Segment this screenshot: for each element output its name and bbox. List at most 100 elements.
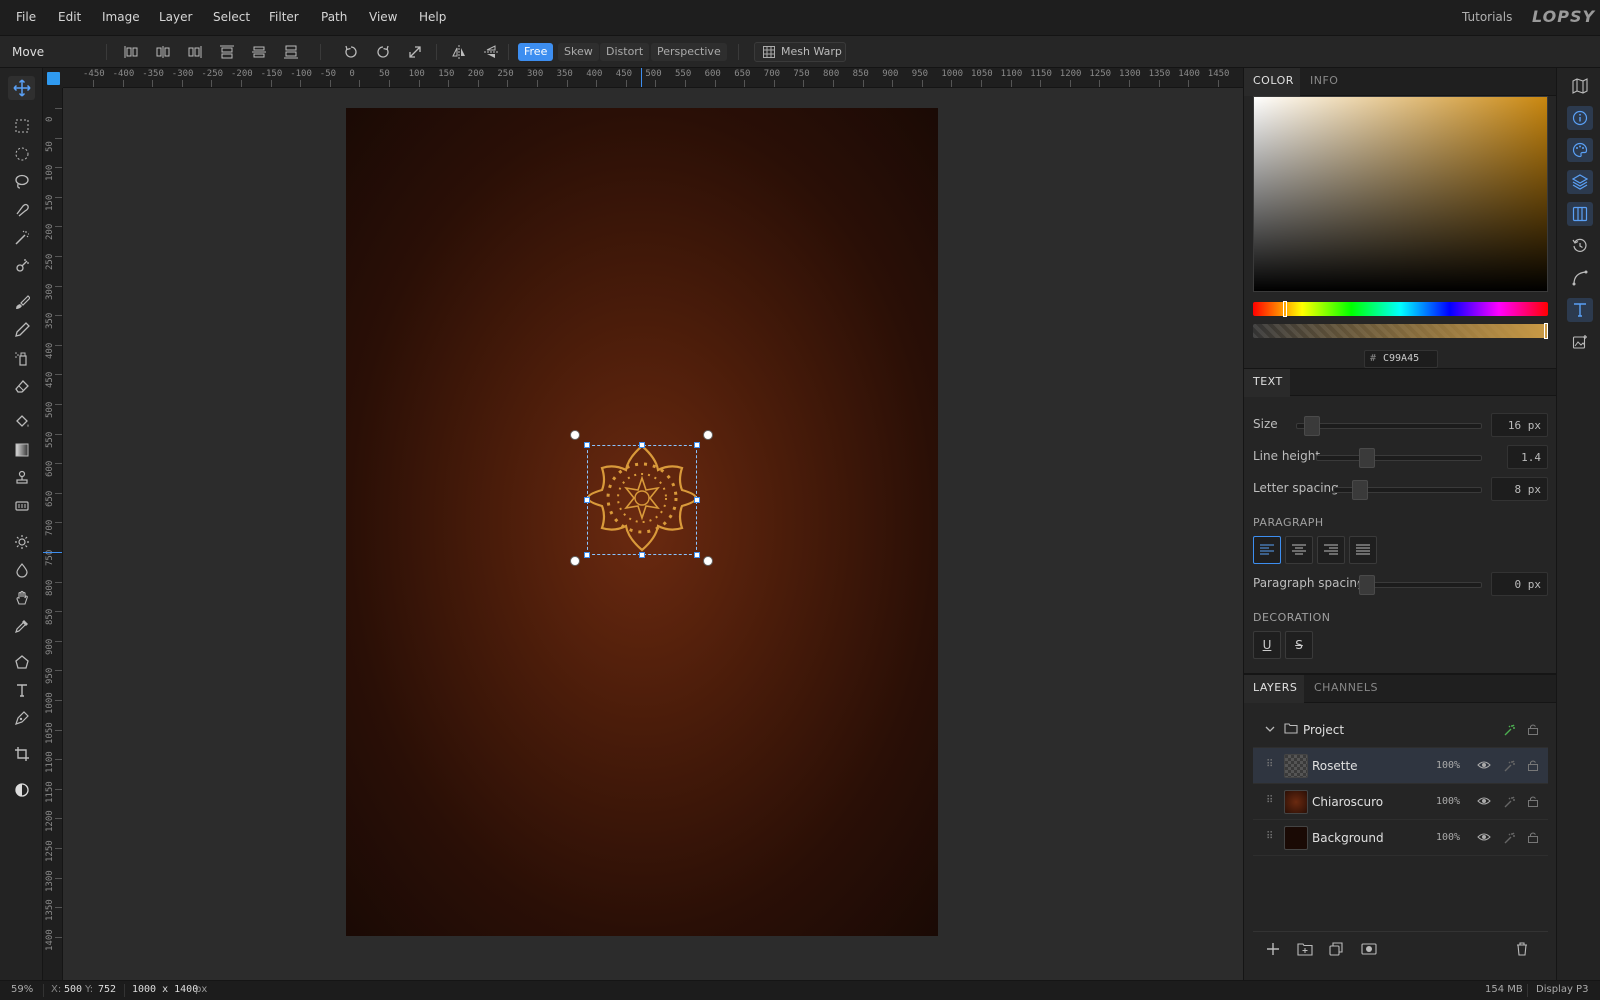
layer-name[interactable]: Rosette (1312, 759, 1358, 773)
transform-handle[interactable] (694, 552, 700, 558)
align-text-center-icon[interactable] (1285, 536, 1313, 564)
layer-group-name[interactable]: Project (1303, 723, 1344, 737)
size-thumb[interactable] (1304, 416, 1320, 436)
blur-drop-icon[interactable] (8, 558, 35, 582)
menu-image[interactable]: Image (102, 10, 140, 24)
layer-row-background[interactable]: ⠿ Background 100% (1253, 820, 1548, 856)
tab-channels[interactable]: CHANNELS (1314, 681, 1378, 694)
line-height-thumb[interactable] (1359, 448, 1375, 468)
lock-icon[interactable] (1527, 723, 1539, 739)
transform-bounding-box[interactable] (587, 445, 697, 555)
tab-layers[interactable]: LAYERS (1253, 681, 1297, 694)
new-group-icon[interactable] (1297, 942, 1313, 959)
eye-icon[interactable] (1477, 831, 1491, 846)
menu-select[interactable]: Select (213, 10, 250, 24)
layer-name[interactable]: Background (1312, 831, 1384, 845)
transform-handle[interactable] (694, 442, 700, 448)
effects-active-icon[interactable] (1503, 723, 1517, 740)
move-tool-icon[interactable] (8, 76, 35, 100)
mode-skew-button[interactable]: Skew (558, 43, 599, 61)
alpha-thumb[interactable] (1544, 323, 1548, 339)
transform-handle[interactable] (584, 497, 590, 503)
add-layer-icon[interactable] (1266, 942, 1280, 959)
hue-thumb[interactable] (1283, 301, 1287, 317)
trash-icon[interactable] (1515, 942, 1529, 959)
letter-spacing-thumb[interactable] (1352, 480, 1368, 500)
pen-icon[interactable] (8, 706, 35, 730)
text-tool-icon[interactable] (8, 678, 35, 702)
hex-input[interactable]: # C99A45 (1364, 350, 1438, 368)
transform-handle[interactable] (639, 552, 645, 558)
align-text-left-icon[interactable] (1253, 536, 1281, 564)
align-hcenter-icon[interactable] (152, 42, 174, 62)
eyedropper-icon[interactable] (8, 614, 35, 638)
layers-icon[interactable] (1567, 170, 1593, 194)
tutorials-link[interactable]: Tutorials (1462, 10, 1512, 24)
contrast-icon[interactable] (8, 778, 35, 802)
transform-handle[interactable] (584, 552, 590, 558)
transform-handle[interactable] (639, 442, 645, 448)
effects-icon[interactable] (1503, 759, 1517, 776)
spray-icon[interactable] (8, 346, 35, 370)
drag-handle-icon[interactable]: ⠿ (1266, 795, 1273, 806)
map-icon[interactable] (1567, 74, 1593, 98)
ellipse-select-icon[interactable] (8, 142, 35, 166)
image-add-icon[interactable] (1567, 330, 1593, 354)
path-curve-icon[interactable] (1567, 266, 1593, 290)
layer-opacity[interactable]: 100% (1436, 760, 1460, 771)
align-vcenter-icon[interactable] (248, 42, 270, 62)
layer-group-row[interactable]: Project (1253, 712, 1548, 748)
layer-row-chiaroscuro[interactable]: ⠿ Chiaroscuro 100% (1253, 784, 1548, 820)
mask-icon[interactable] (1361, 942, 1377, 959)
lasso-icon[interactable] (8, 170, 35, 194)
eye-icon[interactable] (1477, 795, 1491, 810)
flip-vertical-icon[interactable] (480, 42, 502, 62)
rect-select-icon[interactable] (8, 114, 35, 138)
quick-select-icon[interactable] (8, 254, 35, 278)
flip-horizontal-icon[interactable] (448, 42, 470, 62)
menu-help[interactable]: Help (419, 10, 446, 24)
transform-handle[interactable] (584, 442, 590, 448)
chevron-down-icon[interactable] (1265, 723, 1275, 737)
align-left-icon[interactable] (120, 42, 142, 62)
menu-layer[interactable]: Layer (159, 10, 192, 24)
crop-icon[interactable] (8, 742, 35, 766)
size-slider[interactable] (1296, 416, 1482, 436)
eraser-icon[interactable] (8, 374, 35, 398)
letter-spacing-input[interactable]: 8 px (1491, 477, 1548, 501)
zoom-level[interactable]: 59% (11, 984, 33, 995)
paragraph-spacing-thumb[interactable] (1359, 575, 1375, 595)
paragraph-spacing-input[interactable]: 0 px (1491, 572, 1548, 596)
menu-view[interactable]: View (369, 10, 397, 24)
tab-color[interactable]: COLOR (1253, 74, 1294, 87)
layer-opacity[interactable]: 100% (1436, 832, 1460, 843)
tab-text[interactable]: TEXT (1253, 375, 1283, 388)
menu-filter[interactable]: Filter (269, 10, 299, 24)
align-top-icon[interactable] (216, 42, 238, 62)
transform-handle[interactable] (694, 497, 700, 503)
text-panel-icon[interactable] (1567, 298, 1593, 322)
align-right-icon[interactable] (184, 42, 206, 62)
tab-info[interactable]: INFO (1310, 74, 1338, 87)
rotate-handle[interactable] (703, 430, 713, 440)
magnetic-lasso-icon[interactable] (8, 198, 35, 222)
history-icon[interactable] (1567, 234, 1593, 258)
ruler-origin-icon[interactable] (47, 72, 60, 85)
rotate-handle[interactable] (570, 556, 580, 566)
color-picker-field[interactable] (1253, 96, 1548, 292)
strikethrough-button[interactable]: S (1285, 631, 1313, 659)
align-text-right-icon[interactable] (1317, 536, 1345, 564)
stamp-icon[interactable] (8, 466, 35, 490)
line-height-slider[interactable] (1316, 448, 1482, 468)
hue-slider[interactable] (1253, 301, 1548, 317)
info-icon[interactable] (1567, 106, 1593, 130)
rotate-handle[interactable] (570, 430, 580, 440)
underline-button[interactable]: U (1253, 631, 1281, 659)
palette-icon[interactable] (1567, 138, 1593, 162)
letter-spacing-slider[interactable] (1333, 480, 1482, 500)
drag-handle-icon[interactable]: ⠿ (1266, 759, 1273, 770)
gradient-icon[interactable] (8, 438, 35, 462)
layer-row-rosette[interactable]: ⠿ Rosette 100% (1253, 748, 1548, 784)
menu-path[interactable]: Path (321, 10, 347, 24)
paint-bucket-icon[interactable] (8, 410, 35, 434)
